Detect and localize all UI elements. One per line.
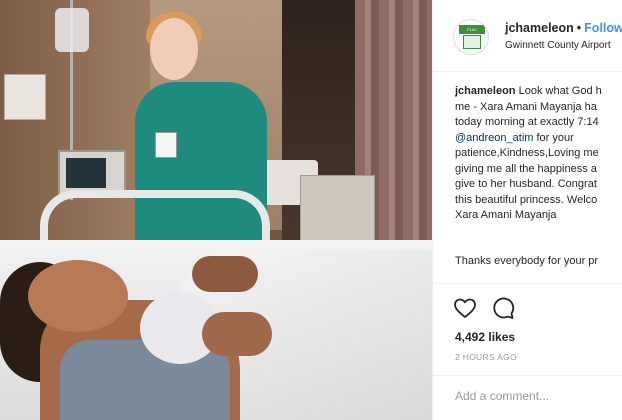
follow-button[interactable]: Follow [584, 21, 622, 35]
photo-iv-bag [55, 8, 89, 52]
avatar[interactable]: PLAY [453, 19, 489, 55]
username-link[interactable]: jchameleon [505, 21, 574, 35]
caption-line: Xara Amani Mayanja [455, 209, 557, 221]
caption-line: @andreon_atim for your [455, 131, 622, 147]
post-side-panel: PLAY jchameleon • Follow Gwinnett County A… [432, 0, 622, 420]
post-username-row: jchameleon • Follow [505, 21, 622, 35]
photo-baby-arm [192, 256, 258, 292]
photo-mother-face [28, 260, 128, 332]
caption-text: for your [536, 131, 574, 144]
caption-line: today morning at exactly 7:14 [455, 116, 599, 128]
avatar-logo-mark [463, 35, 481, 49]
heart-icon-glyph [454, 298, 476, 318]
caption-line: this beautiful princess. Welco [455, 193, 598, 206]
post-caption: jchameleon Look what God h me - Xara Ama… [455, 84, 622, 224]
comment-box [433, 375, 622, 414]
post-photo[interactable] [0, 0, 432, 420]
location-link[interactable]: Gwinnett County Airport [505, 40, 611, 51]
caption-line: me - Xara Amani Mayanja ha [455, 100, 597, 113]
post-timestamp[interactable]: 2 HOURS AGO [455, 352, 517, 362]
avatar-logo-text: PLAY [459, 25, 485, 34]
photo-nurse-badge [155, 132, 177, 158]
heart-icon[interactable] [453, 296, 479, 322]
comment-input[interactable] [455, 386, 615, 406]
caption-line: jchameleon Look what God h [455, 84, 622, 100]
post-header: PLAY jchameleon • Follow Gwinnett County A… [433, 0, 622, 72]
caption-text: Look what God h [518, 85, 602, 97]
photo-hand [202, 312, 272, 356]
caption-line: patience,Kindness,Loving me [455, 147, 599, 159]
caption-line: giving me all the happiness a [455, 162, 597, 175]
photo-nurse-head [150, 18, 198, 80]
caption-mention-link[interactable]: @andreon_atim [455, 132, 533, 144]
comment-bubble-icon[interactable] [491, 296, 517, 322]
caption-author-link[interactable]: jchameleon [455, 85, 516, 97]
likes-count[interactable]: 4,492 likes [455, 330, 515, 344]
post-actions: 4,492 likes 2 HOURS AGO [433, 283, 622, 413]
comment-bubble-icon-glyph [493, 297, 515, 319]
caption-line: give to her husband. Congrat [455, 178, 597, 190]
caption-thanks-line: Thanks everybody for your pr [455, 255, 599, 267]
photo-wall-poster [4, 74, 46, 120]
header-separator: • [576, 21, 582, 35]
